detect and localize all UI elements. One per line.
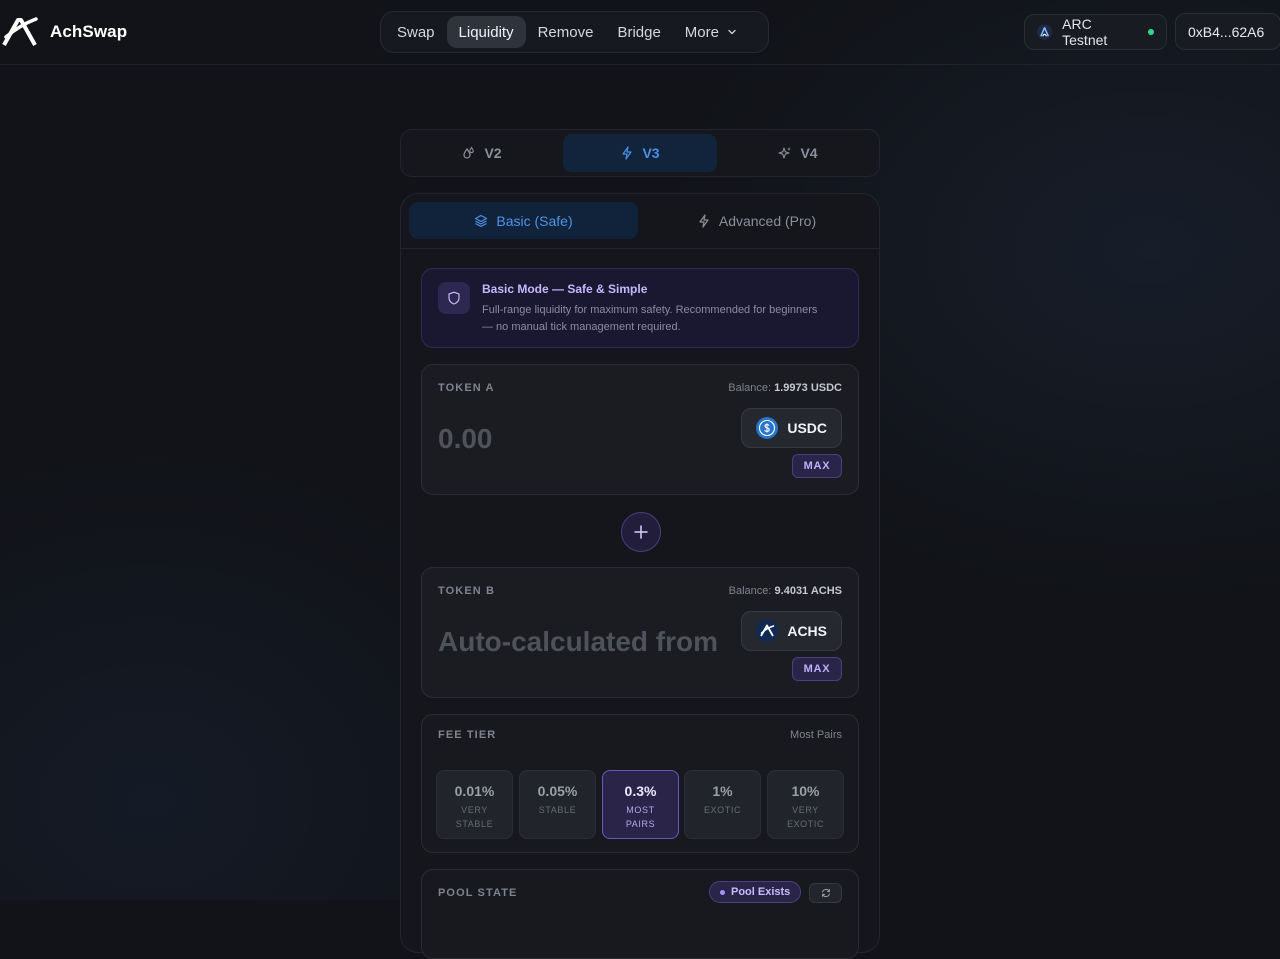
liquidity-card: Basic (Safe) Advanced (Pro) Basic Mode —… xyxy=(400,193,880,959)
arc-network-icon xyxy=(1037,24,1053,40)
bolt-icon xyxy=(622,146,633,160)
pool-state-panel: POOL STATE Pool Exists xyxy=(421,869,859,959)
nav-more-label: More xyxy=(684,23,719,41)
token-b-max-button[interactable]: MAX xyxy=(792,657,842,681)
fee-option-10[interactable]: 10% VERY EXOTIC xyxy=(767,770,844,839)
fee-tier-label: FEE TIER xyxy=(438,729,497,741)
droplets-icon xyxy=(463,146,475,159)
fee-option-value: 10% xyxy=(791,783,820,799)
usdc-icon xyxy=(756,417,779,439)
tab-v3-label: V3 xyxy=(642,145,660,161)
nav-remove-label: Remove xyxy=(537,23,594,41)
network-status-dot xyxy=(1148,29,1154,35)
nav-bridge[interactable]: Bridge xyxy=(605,16,672,48)
token-b-label: TOKEN B xyxy=(438,585,496,597)
refresh-icon xyxy=(821,888,830,898)
nav-swap[interactable]: Swap xyxy=(385,16,447,48)
network-selector[interactable]: ARC Testnet xyxy=(1024,14,1167,50)
wallet-address: 0xB4...62A6 xyxy=(1188,23,1265,40)
tab-v4-label: V4 xyxy=(800,145,818,161)
token-b-selector[interactable]: ACHS xyxy=(741,611,842,651)
nav-more-dropdown[interactable]: More xyxy=(673,16,749,48)
tab-v4[interactable]: V4 xyxy=(721,134,875,172)
notice-title: Basic Mode — Safe & Simple xyxy=(482,282,648,296)
token-b-panel: TOKEN B Balance: 9.4031 ACHS Auto-calcul… xyxy=(421,567,859,698)
layers-icon xyxy=(475,214,488,227)
token-b-symbol: ACHS xyxy=(787,623,827,639)
token-b-balance-value: 9.4031 ACHS xyxy=(774,585,842,597)
fee-option-desc: MOST PAIRS xyxy=(625,805,656,829)
nav-swap-label: Swap xyxy=(397,23,435,41)
nav-liquidity-label: Liquidity xyxy=(458,23,514,41)
achswap-logo-icon xyxy=(2,17,38,46)
token-a-amount-input[interactable]: 0.00 xyxy=(438,423,734,463)
tab-basic-label: Basic (Safe) xyxy=(496,212,573,229)
fee-option-value: 0.01% xyxy=(454,783,495,799)
pool-badge-label: Pool Exists xyxy=(731,886,791,898)
notice-body: Full-range liquidity for maximum safety.… xyxy=(482,304,818,333)
fee-option-0-05[interactable]: 0.05% STABLE xyxy=(519,770,596,839)
token-a-balance: Balance: 1.9973 USDC xyxy=(728,382,842,394)
fee-option-value: 0.05% xyxy=(537,783,578,799)
tab-v2[interactable]: V2 xyxy=(405,134,559,172)
wallet-button[interactable]: 0xB4...62A6 xyxy=(1175,13,1280,50)
token-a-max-button[interactable]: MAX xyxy=(792,454,842,478)
notice-icon-box xyxy=(438,282,470,314)
fee-option-value: 0.3% xyxy=(624,783,657,799)
plus-icon xyxy=(634,525,648,539)
nav-remove[interactable]: Remove xyxy=(526,16,606,48)
network-label: ARC Testnet xyxy=(1062,16,1108,48)
version-tabs: V2 V3 V4 xyxy=(400,129,880,177)
fee-option-value: 1% xyxy=(712,783,733,799)
main-nav: Swap Liquidity Remove Bridge More xyxy=(380,11,769,53)
tab-advanced-label: Advanced (Pro) xyxy=(718,212,817,229)
token-b-balance: Balance: 9.4031 ACHS xyxy=(729,585,842,597)
top-header: AchSwap Swap Liquidity Remove Bridge Mor… xyxy=(0,0,1280,65)
achs-icon xyxy=(756,620,779,642)
bolt-icon xyxy=(699,213,709,228)
nav-bridge-label: Bridge xyxy=(617,23,661,41)
basic-mode-notice: Basic Mode — Safe & Simple Full-range li… xyxy=(421,268,859,348)
chevron-down-icon xyxy=(728,29,736,35)
fee-option-desc: EXOTIC xyxy=(703,805,742,815)
pool-status-dot xyxy=(720,889,725,895)
token-a-label: TOKEN A xyxy=(438,382,495,394)
sparkles-icon xyxy=(778,147,792,159)
fee-option-desc: VERY EXOTIC xyxy=(786,805,825,829)
tab-v3[interactable]: V3 xyxy=(563,134,717,172)
brand-name: AchSwap xyxy=(50,22,128,41)
fee-option-1[interactable]: 1% EXOTIC xyxy=(684,770,761,839)
fee-tier-selected-label: Most Pairs xyxy=(790,729,842,741)
tab-advanced-mode[interactable]: Advanced (Pro) xyxy=(642,202,871,239)
tab-basic-mode[interactable]: Basic (Safe) xyxy=(409,202,638,239)
shield-icon xyxy=(448,291,460,305)
pool-state-label: POOL STATE xyxy=(438,887,518,899)
fee-option-0-01[interactable]: 0.01% VERY STABLE xyxy=(436,770,513,839)
nav-liquidity[interactable]: Liquidity xyxy=(446,16,526,48)
token-a-selector[interactable]: USDC xyxy=(741,408,842,448)
fee-option-desc: VERY STABLE xyxy=(455,805,494,829)
mode-tabs: Basic (Safe) Advanced (Pro) xyxy=(401,194,879,249)
token-a-panel: TOKEN A Balance: 1.9973 USDC 0.00 USDC M… xyxy=(421,364,859,495)
fee-option-0-3[interactable]: 0.3% MOST PAIRS xyxy=(602,770,679,839)
token-b-balance-label: Balance: xyxy=(728,585,772,597)
token-b-amount-input[interactable]: Auto-calculated from xyxy=(438,626,734,666)
brand[interactable]: AchSwap xyxy=(2,17,127,47)
token-a-balance-label: Balance: xyxy=(728,382,772,394)
pool-refresh-button[interactable] xyxy=(809,883,842,903)
tab-v2-label: V2 xyxy=(484,145,502,161)
fee-tier-panel: FEE TIER Most Pairs 0.01% VERY STABLE 0.… xyxy=(421,714,859,853)
token-a-balance-value: 1.9973 USDC xyxy=(774,382,842,394)
fee-option-desc: STABLE xyxy=(538,805,577,815)
add-tokens-divider xyxy=(621,512,661,552)
token-a-symbol: USDC xyxy=(787,420,827,436)
